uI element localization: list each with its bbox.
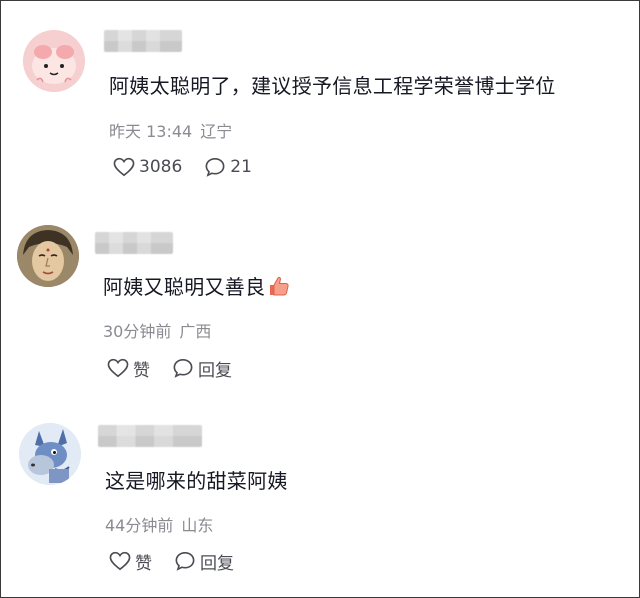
avatar[interactable]	[19, 423, 81, 485]
comment-text: 阿姨太聪明了，建议授予信息工程学荣誉博士学位	[109, 74, 556, 98]
like-button[interactable]: 3086	[113, 157, 182, 177]
comment-bubble-icon	[173, 358, 193, 378]
comment-actions: 3086 21	[113, 154, 274, 180]
thumbs-up-emoji-icon	[270, 276, 289, 296]
username-blurred[interactable]	[104, 30, 182, 52]
statue-face-avatar-icon	[17, 225, 79, 287]
heart-icon	[109, 551, 131, 571]
comment-location: 山东	[181, 516, 214, 535]
avatar[interactable]	[23, 30, 85, 92]
pink-cartoon-avatar-icon	[23, 30, 85, 92]
like-button[interactable]: 赞	[109, 549, 152, 574]
comment-time: 44分钟前	[105, 516, 174, 535]
reply-count: 21	[230, 157, 252, 177]
reply-button[interactable]: 21	[204, 157, 252, 177]
blue-donkey-avatar-icon	[19, 423, 81, 485]
comment-bubble-icon	[205, 157, 225, 177]
heart-icon	[107, 358, 129, 378]
heart-icon	[113, 157, 135, 177]
username-blurred[interactable]	[98, 425, 202, 447]
comment-text: 阿姨又聪明又善良	[103, 271, 291, 300]
like-label: 赞	[133, 360, 150, 381]
reply-button[interactable]: 回复	[174, 549, 234, 574]
like-count: 3086	[139, 157, 183, 177]
comment-actions: 赞 回复	[107, 355, 254, 381]
comment-location: 广西	[179, 322, 212, 341]
comment-meta: 44分钟前 山东	[105, 512, 213, 536]
like-button[interactable]: 赞	[107, 356, 150, 381]
reply-label: 回复	[198, 360, 232, 381]
comment-text: 这是哪来的甜菜阿姨	[105, 469, 288, 493]
comment-time: 昨天 13:44	[109, 122, 193, 141]
like-label: 赞	[135, 553, 152, 574]
username-blurred[interactable]	[95, 232, 173, 254]
reply-button[interactable]: 回复	[172, 356, 232, 381]
comment-location: 辽宁	[200, 122, 233, 141]
comment-meta: 昨天 13:44 辽宁	[109, 118, 232, 142]
avatar[interactable]	[17, 225, 79, 287]
comment-meta: 30分钟前 广西	[103, 318, 211, 342]
comment-bubble-icon	[175, 551, 195, 571]
comment-time: 30分钟前	[103, 322, 172, 341]
reply-label: 回复	[200, 553, 234, 574]
comment-actions: 赞 回复	[109, 548, 256, 574]
